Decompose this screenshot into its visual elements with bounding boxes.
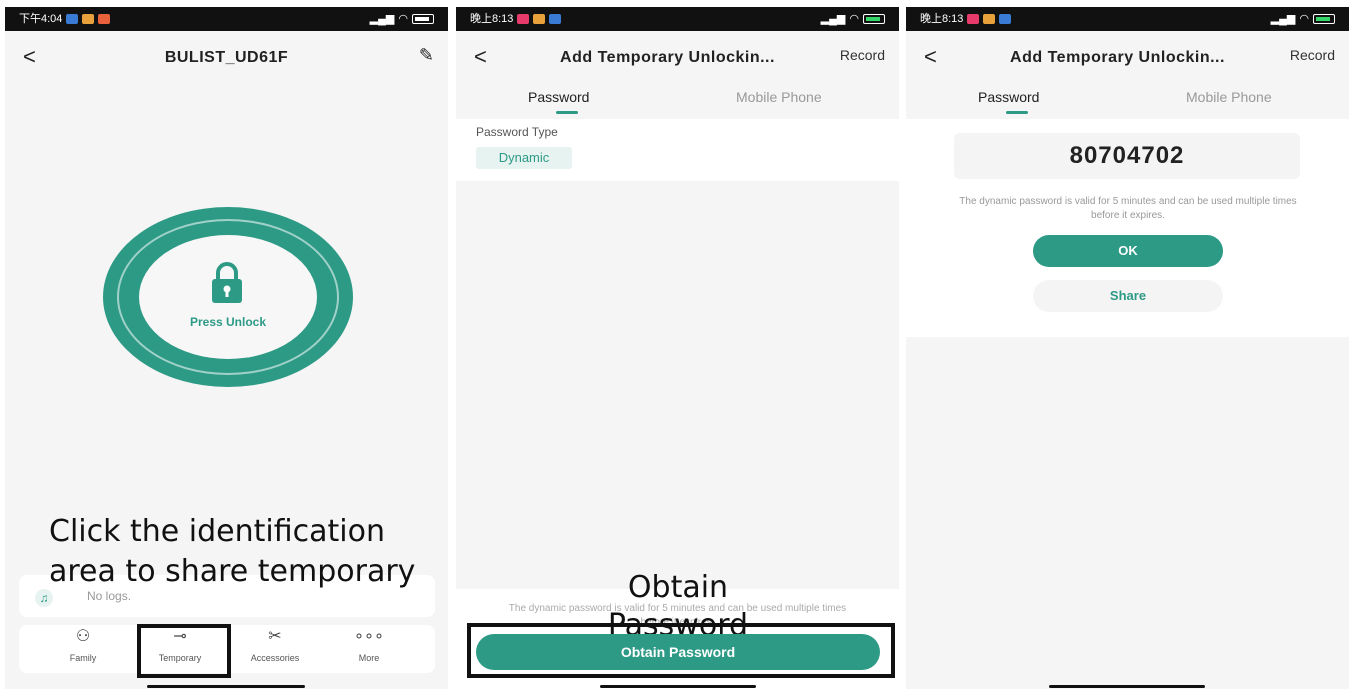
top-bar: < BULIST_UD61F ✎	[5, 31, 448, 85]
annotation-share-temporary: Click the identification area to share t…	[49, 514, 416, 589]
tab-accessories[interactable]: ✂ Accessories	[235, 627, 315, 663]
status-time: 下午4:04	[19, 13, 63, 25]
page-title: Add Temporary Unlockin...	[560, 49, 775, 66]
tab-label: More	[358, 653, 380, 663]
tab-mobile-phone[interactable]: Mobile Phone	[736, 89, 822, 105]
ok-button[interactable]: OK	[1033, 235, 1223, 267]
signal-icon: ▂▄▆	[369, 13, 395, 25]
password-type-chip[interactable]: Dynamic	[476, 147, 572, 169]
status-bar: 晚上8:13 ▂▄▆ ◠	[456, 7, 899, 31]
user-icon: ⚇	[75, 628, 91, 645]
segmented-tabs: Password Mobile Phone	[906, 85, 1349, 114]
wifi-icon: ◠	[398, 13, 408, 25]
battery-icon	[863, 14, 885, 24]
battery-icon	[412, 14, 434, 24]
top-bar: < Add Temporary Unlockin... Record	[906, 31, 1349, 85]
generated-password: 80704702	[954, 133, 1300, 179]
home-indicator	[600, 685, 756, 688]
phone-screen-lock-home: 下午4:04 ▂▄▆ ◠ < BULIST_UD61F ✎ Press Unlo…	[5, 7, 448, 689]
back-icon[interactable]: <	[474, 45, 494, 69]
status-bar: 下午4:04 ▂▄▆ ◠	[5, 7, 448, 31]
phone-screen-password-result: 晚上8:13 ▂▄▆ ◠ < Add Temporary Unlockin...…	[906, 7, 1349, 689]
battery-icon	[1313, 14, 1335, 24]
tab-mobile-phone[interactable]: Mobile Phone	[1186, 89, 1272, 105]
share-button[interactable]: Share	[1033, 280, 1223, 312]
lock-icon	[212, 262, 242, 303]
press-unlock-label: Press Unlock	[189, 315, 267, 329]
signal-icon: ▂▄▆	[820, 13, 846, 25]
top-bar: < Add Temporary Unlockin... Record	[456, 31, 899, 85]
tab-password[interactable]: Password	[528, 89, 589, 105]
app-notification-icon	[82, 14, 95, 24]
tab-label: Family	[69, 653, 97, 663]
more-icon: ∘∘∘	[353, 628, 385, 645]
home-indicator	[147, 685, 305, 688]
password-type-label: Password Type	[476, 125, 558, 139]
highlight-box-obtain	[467, 623, 895, 678]
page-title: BULIST_UD61F	[164, 49, 289, 66]
app-notification-icon	[98, 14, 111, 24]
tab-password[interactable]: Password	[978, 89, 1039, 105]
home-indicator	[1049, 685, 1205, 688]
app-notification-icon	[549, 14, 562, 24]
app-notification-icon	[983, 14, 996, 24]
validity-note: The dynamic password is valid for 5 minu…	[959, 196, 1297, 221]
phone-screen-add-temporary: 晚上8:13 ▂▄▆ ◠ < Add Temporary Unlockin...…	[456, 7, 899, 689]
highlight-box-temporary	[137, 624, 231, 678]
wifi-icon: ◠	[1299, 13, 1309, 25]
back-icon[interactable]: <	[23, 45, 43, 69]
wifi-icon: ◠	[849, 13, 859, 25]
signal-icon: ▂▄▆	[1270, 13, 1296, 25]
app-notification-icon	[999, 14, 1012, 24]
tools-icon: ✂	[268, 628, 282, 645]
tab-label: Accessories	[250, 653, 300, 663]
record-link[interactable]: Record	[840, 47, 885, 63]
app-notification-icon	[967, 14, 980, 24]
active-tab-indicator	[1006, 111, 1028, 114]
app-notification-icon	[66, 14, 79, 24]
tab-more[interactable]: ∘∘∘ More	[329, 627, 409, 663]
page-title: Add Temporary Unlockin...	[1010, 49, 1225, 66]
record-link[interactable]: Record	[1290, 47, 1335, 63]
status-time: 晚上8:13	[920, 13, 964, 25]
segmented-tabs: Password Mobile Phone	[456, 85, 899, 114]
status-time: 晚上8:13	[470, 13, 514, 25]
status-bar: 晚上8:13 ▂▄▆ ◠	[906, 7, 1349, 31]
tab-family[interactable]: ⚇ Family	[43, 627, 123, 663]
app-notification-icon	[517, 14, 530, 24]
app-notification-icon	[533, 14, 546, 24]
active-tab-indicator	[556, 111, 578, 114]
back-icon[interactable]: <	[924, 45, 944, 69]
edit-icon[interactable]: ✎	[419, 45, 434, 66]
